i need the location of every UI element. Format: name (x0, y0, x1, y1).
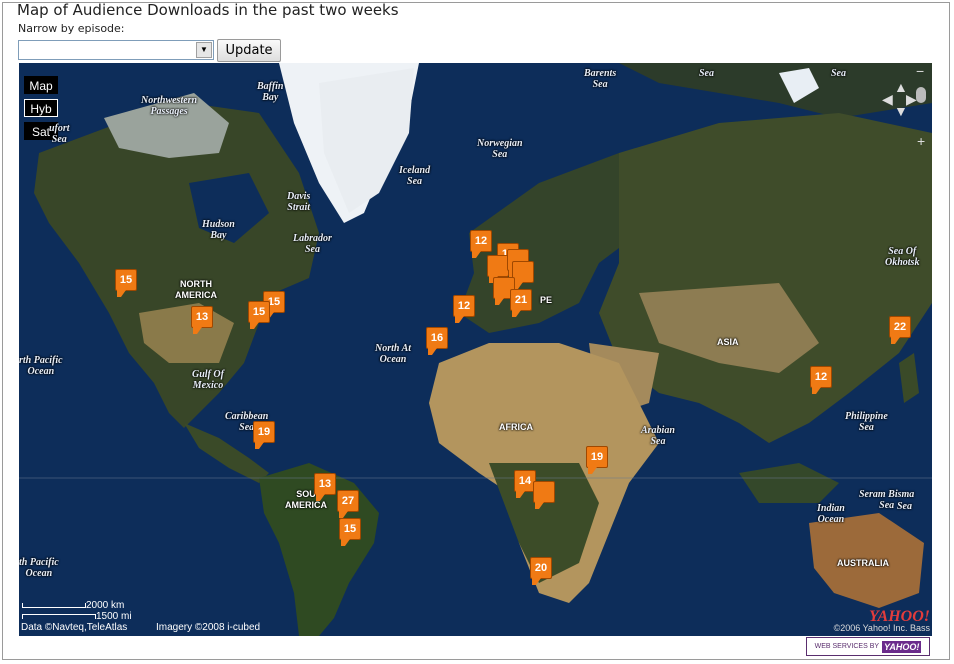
map-label-arabian-sea: Arabian Sea (641, 425, 675, 447)
map-label-asia: ASIA (717, 337, 739, 347)
copyright-text: ©2006 Yahoo! Inc. (833, 623, 908, 633)
copyright-basso: Bass (909, 623, 930, 633)
scale-bar-km (22, 603, 86, 608)
map-label-south-pacific-ocean: th Pacific Ocean (19, 557, 59, 579)
map-label-hudson-bay: Hudson Bay (202, 219, 235, 241)
data-credit: Data ©Navteq,TeleAtlas (21, 622, 128, 633)
download-marker[interactable]: 19 (253, 421, 275, 449)
download-marker[interactable]: 15 (248, 301, 270, 329)
map-label-sea-2: Sea (831, 68, 846, 79)
map-label-sea-of-okhotsk: Sea Of Okhotsk (885, 246, 920, 268)
map-label-davis-strait: Davis Strait (287, 191, 311, 213)
map-label-sea-1: Sea (699, 68, 714, 79)
scale-km-label: 2000 km (86, 600, 125, 611)
page-title: Map of Audience Downloads in the past tw… (17, 1, 399, 19)
download-marker[interactable]: 16 (426, 327, 448, 355)
map-label-norwegian-sea: Norwegian Sea (477, 138, 523, 160)
download-marker[interactable]: 12 (470, 230, 492, 258)
zoom-in-icon[interactable]: + (917, 133, 925, 149)
map-label-australia: AUSTRALIA (837, 558, 889, 568)
download-marker[interactable] (487, 255, 509, 283)
download-marker[interactable]: 15 (115, 269, 137, 297)
download-marker[interactable]: 15 (339, 518, 361, 546)
map-label-gulf-of-mexico: Gulf Of Mexico (192, 369, 224, 391)
map-label-northwestern-passages: Northwestern Passages (141, 95, 198, 117)
map-label-baffin-bay: Baffin Bay (257, 81, 284, 103)
map-label-north-atlantic-ocean: North At Ocean (375, 343, 412, 365)
zoom-out-icon[interactable]: − (916, 63, 924, 79)
map-label-north-america: NORTH AMERICA (175, 279, 217, 300)
map-label-europe: PE (540, 295, 553, 305)
yahoo-copyright: ©2006 Yahoo! Inc. Bass (834, 623, 930, 633)
download-marker[interactable]: 22 (889, 316, 911, 344)
web-services-by-yahoo-badge[interactable]: WEB SERVICES BY YAHOO! (806, 637, 930, 656)
download-marker[interactable]: 13 (191, 306, 213, 334)
map-label-beaufort-sea: ufort Sea (49, 123, 70, 145)
download-marker[interactable]: 20 (530, 557, 552, 585)
update-button[interactable]: Update (217, 39, 281, 62)
episode-select[interactable]: ▼ (18, 40, 214, 60)
map-label-indian-ocean: Indian Ocean (817, 503, 845, 525)
download-marker[interactable] (512, 261, 534, 289)
zoom-slider-handle[interactable] (916, 87, 926, 103)
chevron-down-icon[interactable]: ▼ (196, 42, 212, 58)
map-label-africa: AFRICA (499, 422, 533, 432)
map-label-sea-3: Sea (897, 501, 912, 512)
scale-mi-label: 1500 mi (96, 611, 132, 622)
map-imagery (19, 63, 932, 636)
download-marker[interactable]: 12 (810, 366, 832, 394)
map-type-hybrid-button[interactable]: Hyb (24, 99, 58, 117)
map-label-north-pacific-ocean: rth Pacific Ocean (19, 355, 63, 377)
yahoo-badge-logo: YAHOO! (882, 640, 922, 653)
imagery-credit: Imagery ©2008 i-cubed (156, 622, 261, 633)
download-marker[interactable]: 27 (337, 490, 359, 518)
pan-zoom-control[interactable]: − ◀ ▲ ▼ ▶ + (880, 63, 926, 149)
download-marker[interactable]: 12 (453, 295, 475, 323)
map-label-iceland-sea: Iceland Sea (399, 165, 431, 187)
map-type-map-button[interactable]: Map (24, 76, 58, 94)
scale-bar-mi (22, 614, 96, 619)
narrow-by-episode-label: Narrow by episode: (18, 22, 125, 35)
download-marker[interactable]: 13 (314, 473, 336, 501)
map-label-philippine-sea: Philippine Sea (845, 411, 888, 433)
world-map[interactable]: Map Hyb Sat − ◀ ▲ ▼ ▶ + Northwestern Pas… (19, 63, 932, 636)
web-services-label: WEB SERVICES BY (814, 643, 880, 650)
map-label-labrador-sea: Labrador Sea (293, 233, 332, 255)
pan-left-icon[interactable]: ◀ (882, 91, 893, 108)
map-label-barents-sea: Barents Sea (584, 68, 617, 90)
download-marker[interactable]: 21 (510, 289, 532, 317)
download-marker[interactable] (533, 481, 555, 509)
download-marker[interactable]: 19 (586, 446, 608, 474)
map-scale: 2000 km 1500 mi (22, 600, 132, 622)
